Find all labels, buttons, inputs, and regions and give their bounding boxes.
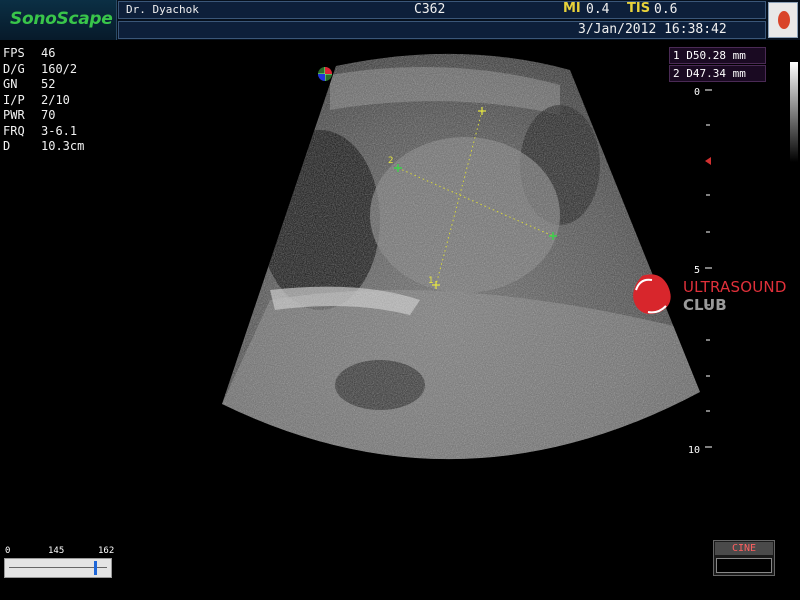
caliper-label-1: 1 — [428, 276, 433, 286]
depth-scale-ticks — [705, 89, 712, 448]
ultrasound-club-logo-icon — [633, 274, 671, 314]
measurement-row-1[interactable]: 1 D50.28 mm — [669, 47, 766, 64]
param-row: I/P 2/10 — [3, 92, 70, 107]
cine-frame-slider[interactable]: 0 145 162 — [4, 546, 115, 578]
slider-line — [9, 567, 107, 568]
param-row: D 10.3cm — [3, 139, 85, 153]
imaging-parameters: FPS 46 D/G 160/2 GN 52 I/P 2/10 PWR 70 FRQ 3-6… — [3, 46, 84, 155]
focus-marker-icon[interactable] — [705, 157, 711, 165]
slider-mid-label: 145 — [48, 546, 65, 556]
measurement-results: 1 D50.28 mm 2 D47.34 mm — [669, 47, 766, 83]
depth-label-0: 0 — [694, 87, 701, 98]
param-row: FPS 46 — [3, 46, 56, 60]
depth-label-5: 5 — [694, 265, 701, 276]
depth-label-10: 10 — [688, 445, 701, 456]
cine-label: CINE — [715, 542, 773, 555]
measurement-row-2[interactable]: 2 D47.34 mm — [669, 65, 766, 82]
cine-panel[interactable]: CINE — [713, 540, 775, 576]
param-row: PWR 70 — [3, 108, 56, 122]
grayscale-bar — [790, 62, 798, 162]
caliper-label-2: 2 — [388, 156, 393, 166]
probe-orientation-icon — [318, 67, 332, 81]
ultrasound-image[interactable]: 2 1 — [0, 0, 800, 600]
watermark-line2: CLUB — [683, 296, 727, 314]
slider-track[interactable] — [4, 558, 112, 578]
slider-min-label: 0 — [5, 546, 11, 556]
cine-progress-bar[interactable] — [716, 558, 772, 573]
slider-max-label: 162 — [98, 546, 115, 556]
slider-thumb[interactable] — [94, 561, 97, 575]
param-row: GN 52 — [3, 77, 56, 91]
param-row: D/G 160/2 — [3, 61, 78, 76]
watermark-line1: ULTRASOUND — [683, 278, 787, 296]
param-row: FRQ 3-6.1 — [3, 123, 78, 138]
